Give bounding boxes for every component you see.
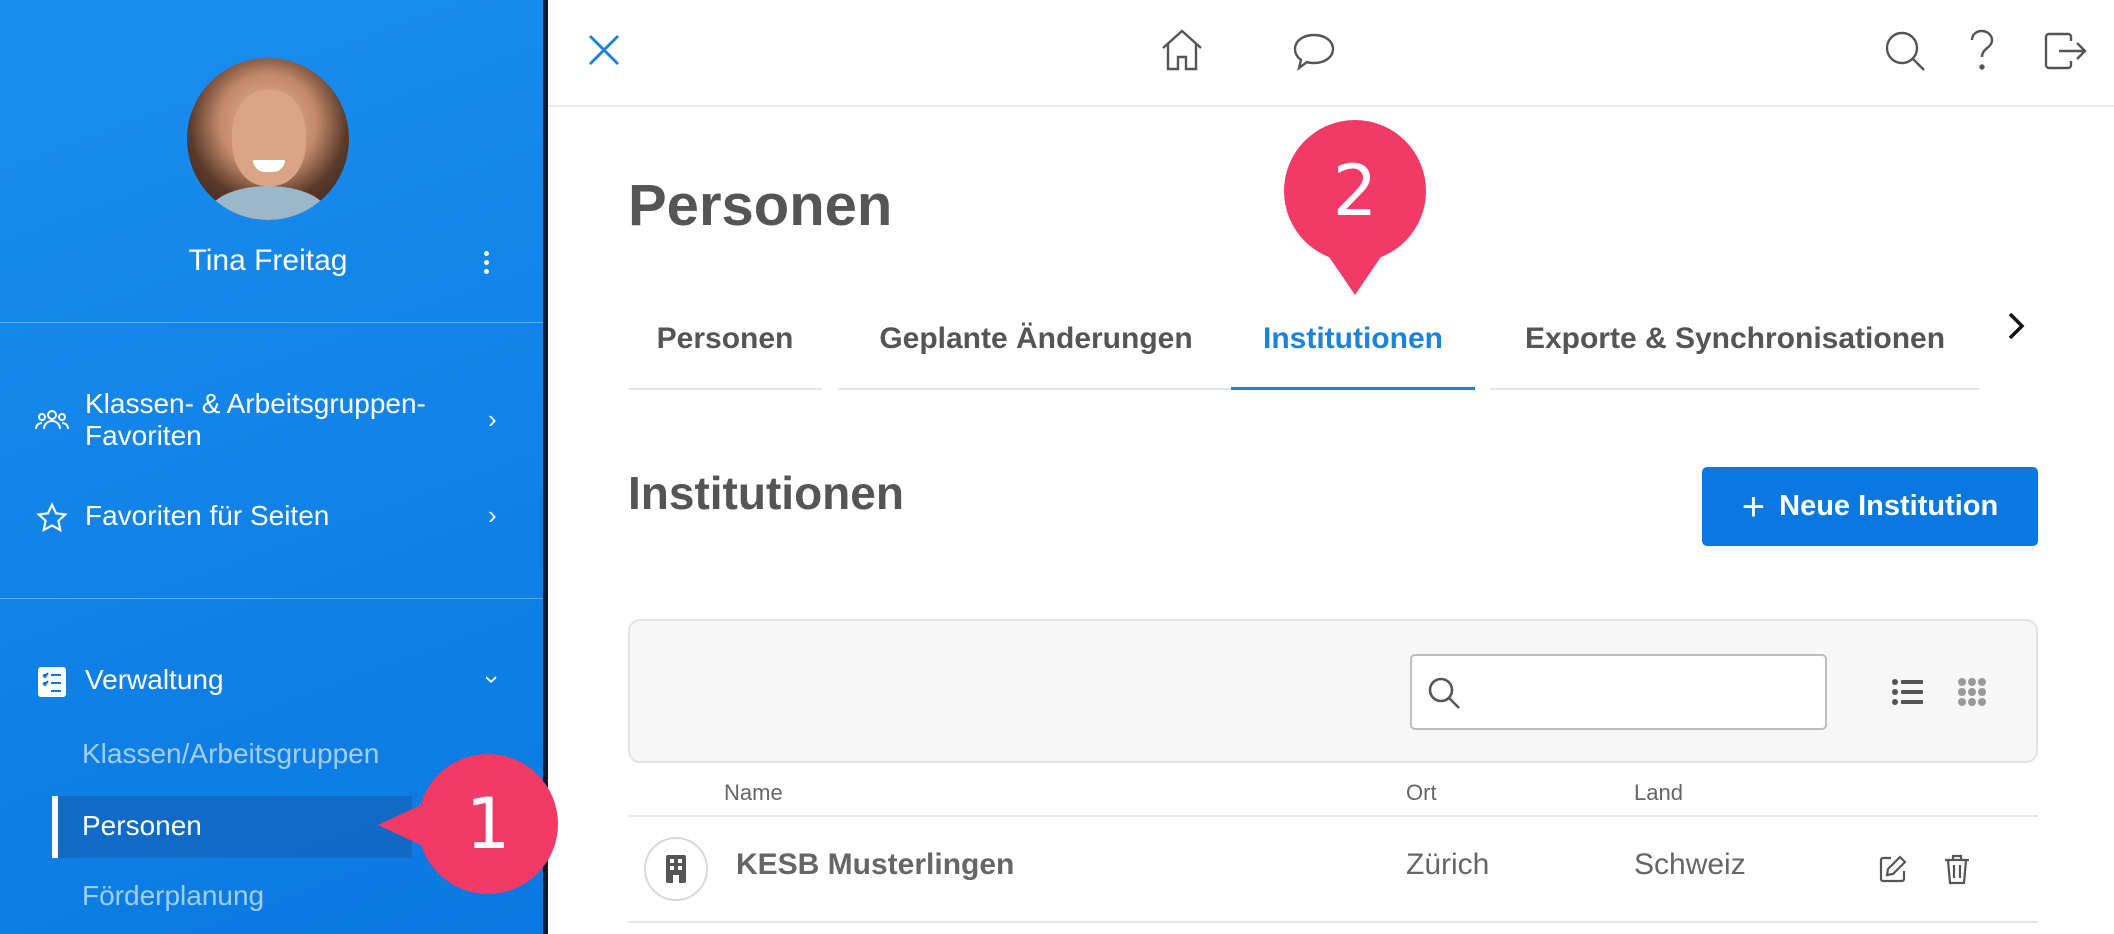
- tab-geplante-aenderungen[interactable]: Geplante Änderungen: [838, 290, 1234, 390]
- sidebar-subitem-personen[interactable]: Personen: [82, 810, 202, 842]
- tab-exporte[interactable]: Exporte & Synchronisationen: [1490, 290, 1980, 390]
- delete-icon[interactable]: [1940, 852, 1974, 886]
- checklist-icon: [34, 664, 70, 700]
- section-title: Institutionen: [628, 467, 904, 519]
- table-divider: [628, 815, 2038, 817]
- sidebar-item-verwaltung[interactable]: Verwaltung ›: [0, 664, 543, 700]
- home-icon[interactable]: [1158, 26, 1206, 74]
- help-icon[interactable]: [1962, 26, 2002, 74]
- grid-view-icon[interactable]: [1952, 672, 1992, 712]
- user-menu-icon[interactable]: [476, 248, 496, 282]
- row-name[interactable]: KESB Musterlingen: [736, 848, 1014, 882]
- tabs-next-icon[interactable]: [1996, 306, 2036, 346]
- logout-icon[interactable]: [2042, 28, 2088, 74]
- close-icon[interactable]: [584, 30, 624, 70]
- search-icon: [1426, 675, 1462, 715]
- search-field[interactable]: [1410, 654, 1827, 730]
- sidebar-item-page-favorites[interactable]: Favoriten für Seiten ›: [0, 500, 543, 536]
- step-marker-2: 2: [1284, 120, 1426, 262]
- user-name: Tina Freitag: [188, 244, 348, 277]
- row-land: Schweiz: [1634, 848, 1746, 881]
- plus-icon: +: [1741, 484, 1766, 529]
- row-ort: Zürich: [1406, 848, 1490, 881]
- column-header-ort[interactable]: Ort: [1406, 780, 1437, 806]
- search-icon[interactable]: [1882, 28, 1928, 74]
- chevron-right-icon: ›: [488, 404, 497, 434]
- building-icon: [644, 837, 708, 901]
- sidebar-divider: [0, 322, 543, 323]
- sidebar-item-label: Favoriten für Seiten: [85, 500, 330, 531]
- tab-institutionen[interactable]: Institutionen: [1231, 290, 1475, 390]
- tab-bar: Personen Geplante Änderungen Institution…: [628, 290, 2028, 390]
- column-header-land[interactable]: Land: [1634, 780, 1683, 806]
- new-institution-button[interactable]: + Neue Institution: [1702, 467, 2038, 546]
- sidebar-item-label: Klassen- & Arbeitsgruppen- Favoriten: [85, 388, 426, 451]
- edit-icon[interactable]: [1876, 852, 1910, 886]
- new-institution-label: Neue Institution: [1779, 490, 1999, 522]
- table-divider: [628, 921, 2038, 923]
- star-icon: [34, 500, 70, 536]
- sidebar-subitem-classes[interactable]: Klassen/Arbeitsgruppen: [82, 738, 379, 770]
- sidebar-subitem-foerderplanung[interactable]: Förderplanung: [82, 880, 264, 912]
- step-marker-1: 1: [418, 754, 558, 894]
- sidebar-item-label: Verwaltung: [85, 664, 224, 695]
- group-icon: [34, 403, 70, 439]
- list-view-icon[interactable]: [1888, 672, 1928, 712]
- topbar: [548, 0, 2114, 107]
- chat-icon[interactable]: [1290, 28, 1338, 76]
- search-input[interactable]: [1476, 668, 1806, 716]
- chevron-down-icon: ›: [477, 675, 508, 684]
- avatar[interactable]: [187, 58, 349, 220]
- tab-personen[interactable]: Personen: [628, 290, 822, 390]
- active-indicator: [52, 796, 58, 858]
- sidebar-divider: [0, 598, 543, 599]
- page-title: Personen: [628, 173, 893, 238]
- sidebar-item-class-favorites[interactable]: Klassen- & Arbeitsgruppen- Favoriten ›: [0, 388, 543, 454]
- chevron-right-icon: ›: [488, 500, 497, 530]
- column-header-name[interactable]: Name: [724, 780, 783, 806]
